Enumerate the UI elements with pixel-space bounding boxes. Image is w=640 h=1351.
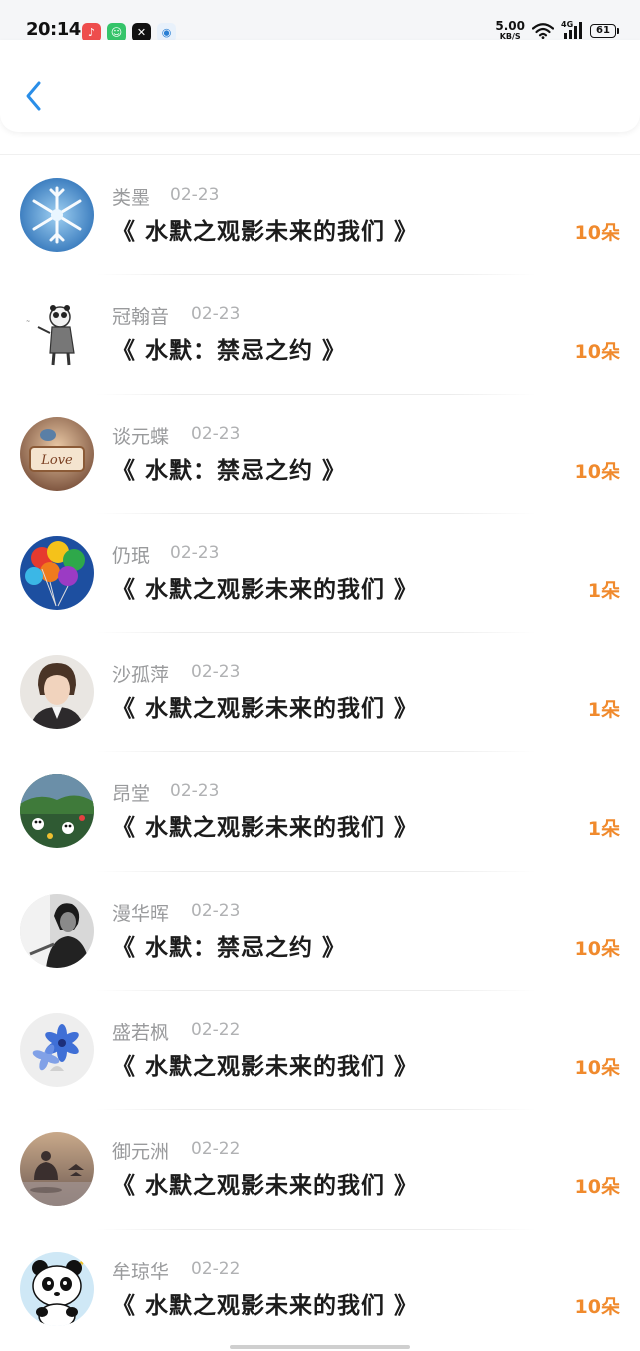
net-speed: 5.00 KB/S: [495, 20, 525, 41]
sender-name: 谈元蝶: [112, 425, 170, 448]
book-title: 《 水默之观影未来的我们 》: [112, 1292, 419, 1319]
cellular-signal: 4G: [561, 20, 583, 40]
book-title: 《 水默之观影未来的我们 》: [112, 219, 419, 245]
list-item[interactable]: 类墨 02-23 《 水默之观影未来的我们 》 10朵: [0, 156, 640, 276]
book-title: 《 水默之观影未来的我们 》: [112, 815, 419, 842]
gift-date: 02-23: [191, 900, 241, 921]
snowflake-avatar[interactable]: [20, 178, 94, 252]
sender-name: 昂堂: [112, 783, 151, 806]
list-item[interactable]: Love 谈元蝶 02-23 《 水默：禁忌之约 》 10朵: [0, 395, 640, 514]
gift-date: 02-23: [191, 304, 241, 325]
list-item[interactable]: 沙孤萍 02-23 《 水默之观影未来的我们 》 1朵: [0, 633, 640, 753]
blue-flower-avatar[interactable]: [20, 1013, 94, 1088]
nav-bar: [0, 40, 640, 132]
flower-count: 10朵: [574, 222, 620, 244]
sender-name: 沙孤萍: [112, 664, 170, 687]
sender-name: 类墨: [112, 187, 151, 209]
flower-count: 10朵: [574, 1176, 620, 1199]
list-item[interactable]: ✦ 牟琼华 02-22 《 水默之观影未来的我们 》 10朵: [0, 1230, 640, 1349]
flower-count: 1朵: [587, 699, 620, 722]
flower-count: 10朵: [574, 1295, 620, 1318]
sender-name: 仍珉: [112, 544, 151, 567]
battery-level: 61: [596, 25, 610, 36]
gift-date: 02-22: [191, 1020, 241, 1041]
home-indicator[interactable]: [230, 1345, 410, 1349]
list-item[interactable]: 盛若枫 02-22 《 水默之观影未来的我们 》 10朵: [0, 991, 640, 1111]
book-title: 《 水默：禁忌之约 》: [112, 934, 347, 961]
status-right: 5.00 KB/S 4G 61: [495, 20, 619, 41]
gift-date: 02-23: [170, 185, 220, 205]
flower-count: 10朵: [574, 341, 620, 364]
flower-count: 10朵: [574, 1057, 620, 1080]
battery-icon: 61: [590, 23, 619, 38]
net-speed-value: 5.00: [495, 19, 525, 33]
list-item[interactable]: 昂堂 02-23 《 水默之观影未来的我们 》 1朵: [0, 752, 640, 872]
gift-date: 02-23: [170, 781, 220, 802]
list-divider: [0, 154, 640, 155]
flower-count: 1朵: [587, 818, 620, 841]
list-item[interactable]: 御元洲 02-22 《 水默之观影未来的我们 》 10朵: [0, 1110, 640, 1230]
flower-count: 10朵: [574, 460, 620, 483]
gift-date: 02-22: [191, 1258, 241, 1279]
bw-portrait-avatar[interactable]: [20, 893, 94, 968]
wifi-icon: [532, 22, 554, 39]
flower-count: 10朵: [574, 937, 620, 960]
book-title: 《 水默之观影未来的我们 》: [112, 1173, 419, 1200]
book-title: 《 水默之观影未来的我们 》: [112, 1054, 419, 1081]
sender-name: 牟琼华: [112, 1260, 170, 1283]
garden-avatar[interactable]: [20, 774, 94, 849]
chevron-left-icon: [26, 81, 41, 111]
person-avatar[interactable]: [20, 655, 94, 730]
book-title: 《 水默之观影未来的我们 》: [112, 696, 419, 723]
book-title: 《 水默：禁忌之约 》: [112, 457, 347, 484]
gift-date: 02-22: [191, 1139, 241, 1160]
gift-date: 02-23: [170, 542, 220, 563]
love-sign-avatar[interactable]: Love: [20, 416, 94, 491]
status-time: 20:14: [26, 19, 81, 40]
book-title: 《 水默：禁忌之约 》: [112, 338, 347, 365]
buddha-avatar[interactable]: [20, 1132, 94, 1207]
sender-name: 冠翰音: [112, 306, 170, 329]
book-title: 《 水默之观影未来的我们 》: [112, 576, 419, 603]
sender-name: 盛若枫: [112, 1022, 170, 1045]
list-item[interactable]: 漫华晖 02-23 《 水默：禁忌之约 》 10朵: [0, 872, 640, 992]
svg-text:Love: Love: [40, 453, 73, 468]
sender-name: 漫华晖: [112, 902, 170, 925]
list-item[interactable]: 仍珉 02-23 《 水默之观影未来的我们 》 1朵: [0, 514, 640, 634]
list-item[interactable]: ~ 冠翰音 02-23 《 水默：禁忌之约 》 10朵: [0, 275, 640, 395]
svg-text:~: ~: [26, 319, 30, 325]
gift-date: 02-23: [191, 662, 241, 683]
gift-date: 02-23: [191, 423, 241, 444]
back-button[interactable]: [14, 76, 54, 116]
sender-name: 御元洲: [112, 1141, 170, 1164]
signal-icon: [564, 21, 582, 39]
panda-avatar[interactable]: ✦: [20, 1251, 94, 1326]
panda-sketch-avatar[interactable]: ~: [20, 297, 94, 372]
gift-list: 类墨 02-23 《 水默之观影未来的我们 》 10朵 ~ 冠翰音 02-23 …: [0, 156, 640, 1349]
flower-count: 1朵: [587, 579, 620, 602]
balloons-avatar[interactable]: [20, 535, 94, 610]
svg-text:✦: ✦: [78, 1258, 86, 1269]
